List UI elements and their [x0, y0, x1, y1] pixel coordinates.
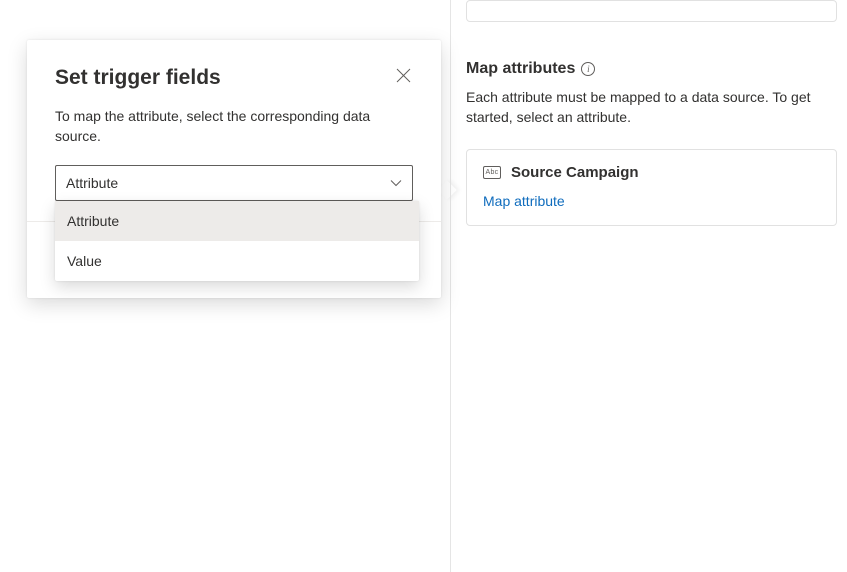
dropdown-trigger[interactable]: Attribute	[55, 165, 413, 201]
info-icon[interactable]: i	[581, 62, 595, 76]
attribute-card-header: Abc Source Campaign	[483, 164, 820, 181]
dropdown-selected-value: Attribute	[66, 175, 118, 191]
chevron-down-icon	[390, 177, 402, 189]
attribute-dropdown: Attribute Attribute Value	[55, 165, 413, 201]
attribute-card[interactable]: Abc Source Campaign Map attribute	[466, 149, 837, 226]
dropdown-list: Attribute Value	[55, 201, 419, 281]
right-panel: Map attributes i Each attribute must be …	[466, 0, 837, 226]
map-attributes-title: Map attributes	[466, 60, 575, 78]
close-icon	[396, 68, 411, 83]
dropdown-option-value[interactable]: Value	[55, 241, 419, 281]
text-type-icon: Abc	[483, 166, 501, 179]
attribute-card-title: Source Campaign	[511, 164, 639, 181]
map-attribute-link[interactable]: Map attribute	[483, 193, 565, 209]
panel-divider	[450, 0, 451, 572]
dropdown-option-attribute[interactable]: Attribute	[55, 201, 419, 241]
dialog-description: To map the attribute, select the corresp…	[55, 106, 413, 147]
set-trigger-fields-dialog: Set trigger fields To map the attribute,…	[27, 40, 441, 298]
stub-card	[466, 0, 837, 22]
map-attributes-description: Each attribute must be mapped to a data …	[466, 88, 837, 127]
close-button[interactable]	[394, 66, 413, 85]
dialog-title: Set trigger fields	[55, 66, 221, 90]
map-attributes-header: Map attributes i	[466, 60, 837, 78]
